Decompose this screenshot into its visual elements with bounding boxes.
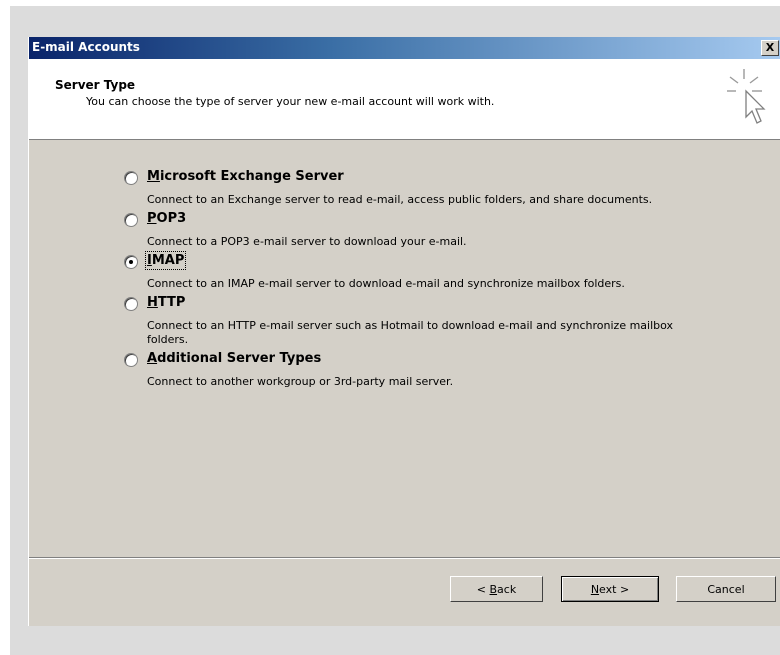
radio-pop3[interactable] [124, 213, 138, 227]
option-pop3: POP3 Connect to a POP3 e-mail server to … [124, 211, 684, 249]
option-http: HTTP Connect to an HTTP e-mail server su… [124, 295, 684, 347]
page-subtitle: You can choose the type of server your n… [86, 95, 495, 108]
wizard-header: Server Type You can choose the type of s… [29, 59, 780, 140]
close-icon: X [765, 41, 775, 54]
footer-divider [29, 557, 780, 559]
option-additional: Additional Server Types Connect to anoth… [124, 351, 684, 389]
option-pop3-description: Connect to a POP3 e-mail server to downl… [147, 235, 467, 248]
close-button[interactable]: X [761, 40, 779, 56]
radio-http[interactable] [124, 297, 138, 311]
option-pop3-label[interactable]: POP3 [147, 211, 186, 226]
radio-additional[interactable] [124, 353, 138, 367]
radio-imap[interactable] [124, 255, 138, 269]
cancel-button[interactable]: Cancel [676, 576, 776, 602]
back-button[interactable]: < Back [450, 576, 543, 602]
option-exchange-description: Connect to an Exchange server to read e-… [147, 193, 653, 206]
radio-exchange[interactable] [124, 171, 138, 185]
option-imap-label[interactable]: IMAP [144, 251, 187, 270]
email-accounts-dialog: E-mail Accounts X Server Type You can ch… [28, 37, 780, 626]
title-bar[interactable]: E-mail Accounts X [29, 37, 780, 59]
server-type-options: Microsoft Exchange Server Connect to an … [124, 165, 684, 393]
next-button[interactable]: Next > [561, 576, 659, 602]
option-http-label[interactable]: HTTP [147, 295, 185, 310]
option-exchange-label[interactable]: Microsoft Exchange Server [147, 169, 344, 184]
window-title: E-mail Accounts [32, 40, 140, 54]
option-imap: IMAP Connect to an IMAP e-mail server to… [124, 251, 684, 291]
option-additional-label[interactable]: Additional Server Types [147, 351, 321, 366]
option-exchange: Microsoft Exchange Server Connect to an … [124, 169, 684, 207]
option-http-description: Connect to an HTTP e-mail server such as… [147, 319, 674, 346]
page-title: Server Type [55, 78, 136, 92]
wizard-cursor-icon [727, 69, 766, 124]
option-additional-description: Connect to another workgroup or 3rd-part… [147, 375, 454, 388]
option-imap-description: Connect to an IMAP e-mail server to down… [147, 277, 625, 290]
